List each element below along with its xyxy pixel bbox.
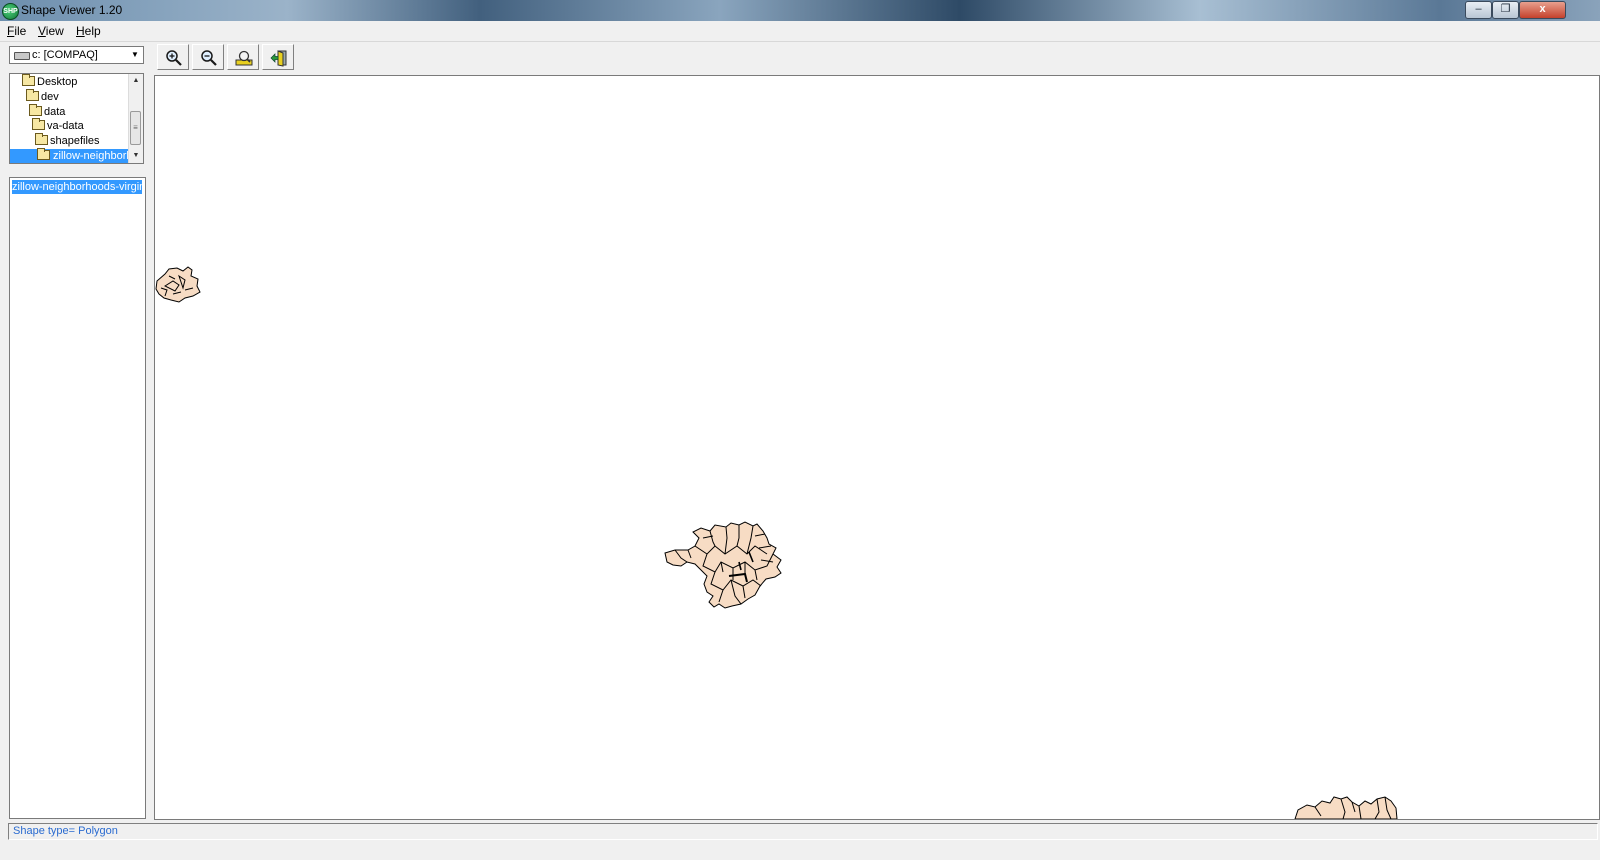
folder-item[interactable]: shapefiles [35, 133, 100, 148]
polygon-cluster-southeast [1294, 796, 1398, 819]
file-item-selected[interactable]: zillow-neighborhoods-virginia [12, 180, 142, 194]
menu-help[interactable]: Help [76, 24, 101, 38]
folder-item[interactable]: Desktop [22, 74, 77, 89]
full-extent-button[interactable] [227, 44, 259, 70]
folder-tree[interactable]: Desktop dev data va-data shapefiles zill… [9, 73, 144, 164]
status-bar: Shape type= Polygon [0, 821, 1600, 860]
file-list[interactable]: zillow-neighborhoods-virginia [9, 177, 146, 819]
scroll-down-icon[interactable]: ▼ [129, 149, 143, 163]
exit-button[interactable] [262, 44, 294, 70]
app-icon: SHP [2, 3, 19, 20]
folder-item[interactable]: va-data [32, 118, 84, 133]
folder-icon [22, 74, 35, 86]
menu-view[interactable]: View [38, 24, 64, 38]
minimize-button[interactable]: – [1465, 1, 1492, 19]
title-bar: SHP Shape Viewer 1.20 – ❐ x [0, 0, 1600, 21]
zoom-in-icon [166, 50, 182, 66]
zoom-in-button[interactable] [157, 44, 189, 70]
drive-label: c: [COMPAQ] [32, 49, 98, 61]
chevron-down-icon[interactable]: ▼ [127, 47, 143, 63]
close-button[interactable]: x [1519, 1, 1566, 19]
open-folder-icon [37, 148, 50, 160]
window-title: Shape Viewer 1.20 [21, 3, 123, 17]
folder-item[interactable]: dev [26, 89, 59, 104]
folder-icon [29, 104, 42, 116]
scroll-up-icon[interactable]: ▲ [129, 74, 143, 88]
folder-icon [26, 89, 39, 101]
map-view[interactable] [154, 75, 1600, 820]
folder-item[interactable]: data [29, 104, 65, 119]
menu-file[interactable]: File [7, 24, 26, 38]
restore-button[interactable]: ❐ [1492, 1, 1519, 19]
drive-select[interactable]: c: [COMPAQ] ▼ [9, 46, 144, 64]
exit-icon [270, 50, 287, 67]
scroll-thumb[interactable]: ≡ [130, 111, 141, 145]
menu-bar: File View Help [0, 21, 1600, 42]
folder-item-selected[interactable]: zillow-neighborh [10, 148, 134, 163]
map-canvas[interactable] [155, 76, 1599, 819]
polygon-cluster-northwest [155, 266, 201, 303]
folder-icon [32, 118, 45, 130]
drive-icon [14, 52, 30, 60]
tree-scrollbar[interactable]: ▲ ≡ ▼ [128, 74, 143, 163]
polygon-cluster-central [664, 521, 782, 609]
status-text: Shape type= Polygon [8, 823, 1598, 840]
zoom-out-icon [201, 50, 217, 66]
full-extent-icon [235, 50, 253, 66]
toolbar [154, 44, 1600, 73]
folder-icon [35, 133, 48, 145]
zoom-out-button[interactable] [192, 44, 224, 70]
